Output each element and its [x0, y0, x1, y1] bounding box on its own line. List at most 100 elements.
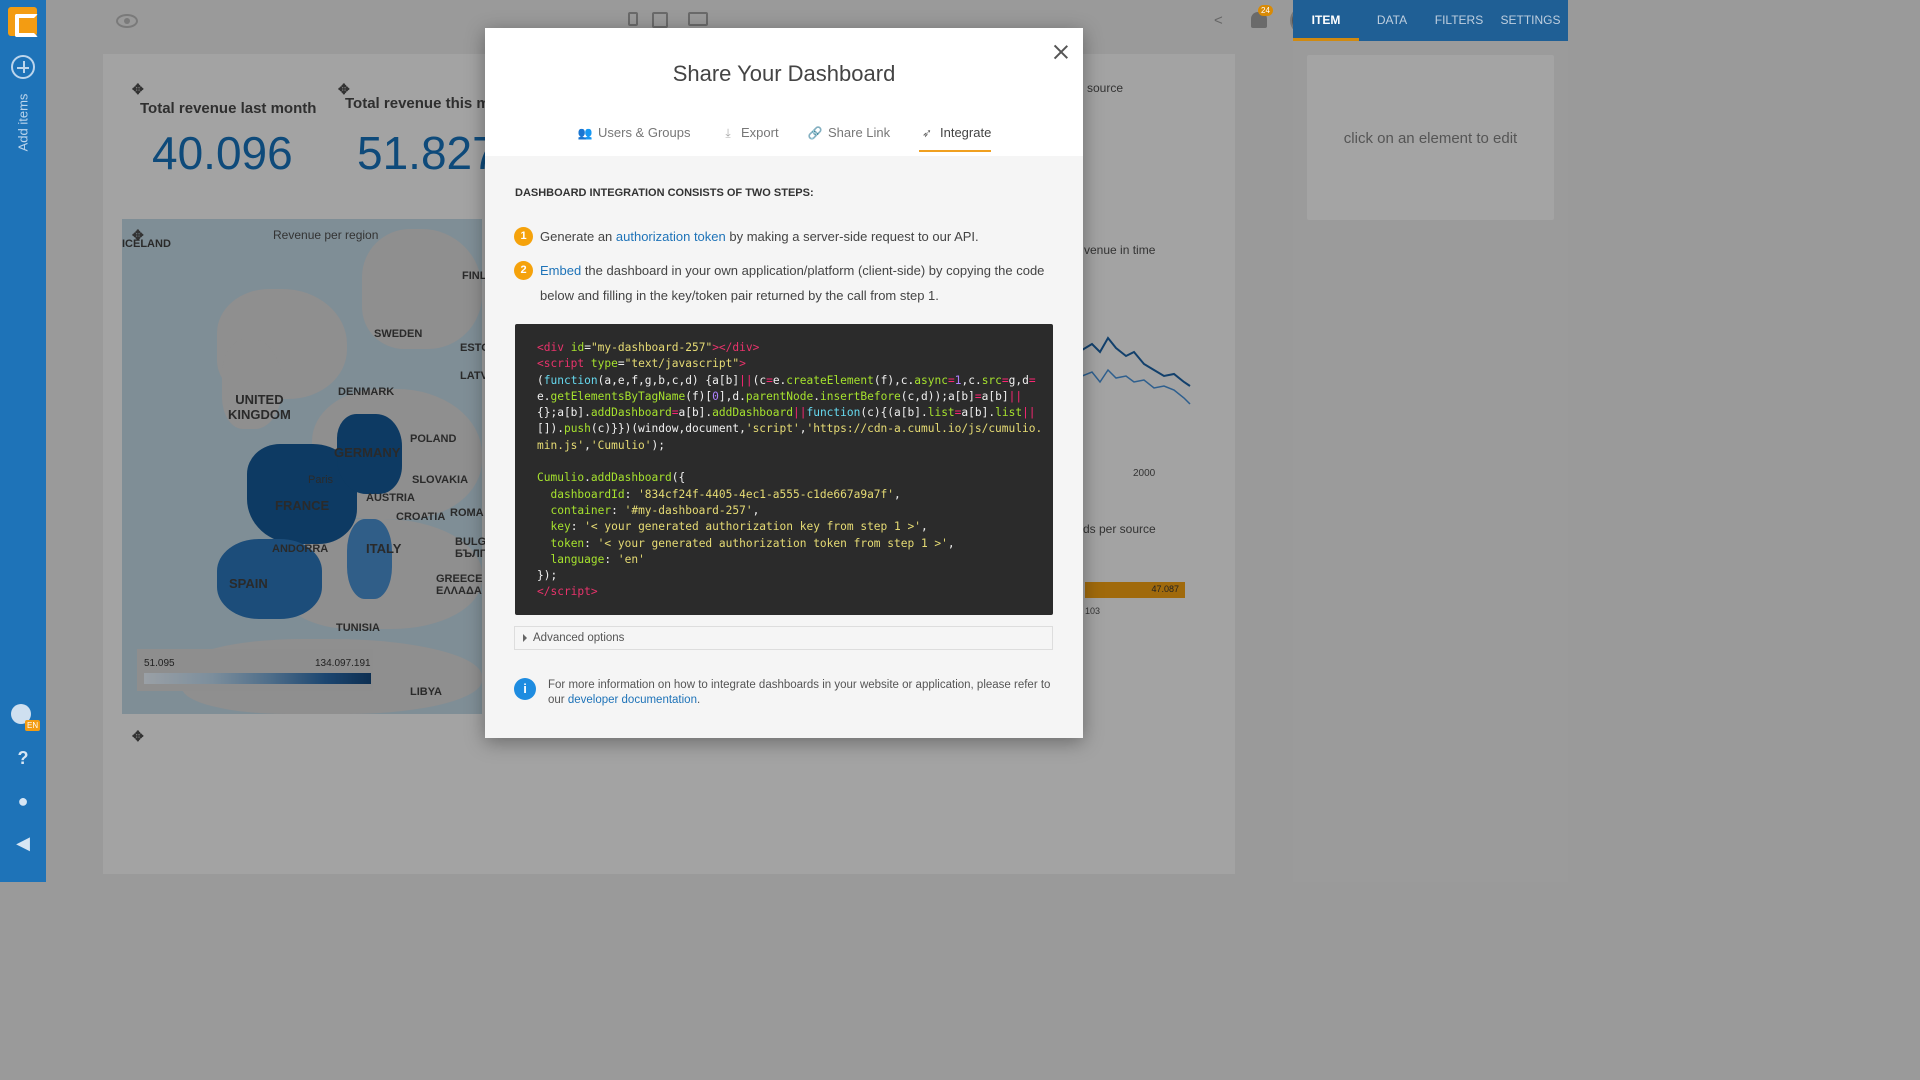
modal-title: Share Your Dashboard — [672, 61, 896, 86]
tab-integrate[interactable]: ➶ Integrate — [919, 125, 992, 152]
legend-gradient — [144, 673, 371, 684]
map-label: ROMA — [450, 507, 484, 519]
map-label: UNITED KINGDOM — [228, 392, 291, 422]
add-item-icon[interactable] — [11, 55, 35, 79]
cumulio-logo-icon[interactable] — [8, 7, 38, 37]
developer-docs-link[interactable]: developer documentation — [568, 694, 697, 706]
language-globe-icon[interactable]: EN — [11, 704, 41, 731]
announcement-icon[interactable]: ◀ — [11, 832, 35, 854]
code-key: '< your generated authorization key from… — [584, 520, 921, 534]
embed-code-block[interactable]: <div id="my-dashboard-257"></div> <scrip… — [515, 324, 1053, 615]
move-handle-icon[interactable]: ✥ — [132, 82, 146, 96]
map-label: FINL — [462, 270, 487, 282]
tab-export[interactable]: ⤓ Export — [720, 125, 779, 141]
step-number: 2 — [514, 261, 533, 280]
code-language: 'en' — [617, 552, 645, 566]
authorization-token-link[interactable]: authorization token — [616, 229, 726, 244]
bg-axis-tick: 2000 — [1133, 468, 1156, 479]
kpi-value: 40.096 — [152, 127, 293, 179]
code-container: '#my-dashboard-257' — [624, 503, 753, 517]
move-handle-icon[interactable]: ✥ — [132, 729, 146, 743]
tab-filters[interactable]: FILTERS — [1425, 0, 1493, 41]
tab-label: Share Link — [828, 125, 891, 140]
tab-label: Integrate — [940, 125, 992, 140]
code-cumulio-str: 'Cumulio' — [590, 438, 652, 452]
bg-bar-value: 47.087 — [1151, 584, 1179, 594]
bg-bar: 47.087 — [1085, 582, 1185, 598]
map-label: SWEDEN — [374, 328, 423, 340]
advanced-options-toggle[interactable]: Advanced options — [514, 626, 1053, 650]
chat-icon[interactable]: ● — [11, 790, 35, 812]
step-text: Generate an — [540, 229, 616, 244]
kpi-label: Total revenue this mo — [345, 95, 485, 112]
kpi-value: 51.827 — [357, 127, 485, 179]
share-icon[interactable]: < — [1214, 12, 1230, 29]
tab-users-groups[interactable]: 👥 Users & Groups — [577, 125, 691, 140]
bg-widget-title: ds per source — [1083, 522, 1156, 536]
left-rail: Add items EN ? ● ◀ — [0, 0, 46, 882]
map-label: TUNISIA — [336, 622, 380, 634]
map-label: BULG БЪЛГ — [455, 536, 487, 560]
right-panel-tabs: ITEM DATA FILTERS SETTINGS — [1293, 0, 1568, 41]
map-label: Paris — [308, 474, 334, 486]
mobile-device-icon[interactable] — [628, 12, 638, 26]
tablet-device-icon[interactable] — [652, 12, 668, 28]
map-label: CROATIA — [396, 511, 446, 523]
tab-label: Export — [741, 125, 779, 140]
map-label: DENMARK — [338, 386, 395, 398]
map-label: AUSTRIA — [366, 492, 415, 504]
map-label: ITALY — [366, 541, 402, 556]
language-badge: EN — [25, 720, 41, 731]
revenue-map[interactable] — [122, 219, 482, 714]
info-note: i For more information on how to integra… — [514, 678, 1059, 708]
rocket-icon: ➶ — [921, 126, 933, 140]
map-label: GERMANY — [334, 445, 401, 460]
map-label: POLAND — [410, 433, 457, 445]
code-token: '< your generated authorization token fr… — [597, 536, 948, 550]
modal-header: Share Your Dashboard 👥 Users & Groups ⤓ Ex… — [485, 28, 1083, 156]
tab-item[interactable]: ITEM — [1293, 0, 1359, 41]
revenue-line-chart — [1082, 336, 1191, 405]
tab-data[interactable]: DATA — [1359, 0, 1425, 41]
close-icon[interactable] — [1053, 44, 1069, 60]
info-text-end: . — [696, 694, 701, 706]
embed-link[interactable]: Embed — [540, 263, 581, 278]
step-number: 1 — [514, 227, 533, 246]
bg-bar-small: 103 — [1085, 606, 1101, 616]
map-label: SLOVAKIA — [412, 474, 469, 486]
code-dashboard-id: '834cf24f-4405-4ec1-a555-c1de667a9a7f' — [638, 487, 895, 501]
right-panel: ITEM DATA FILTERS SETTINGS click on an e… — [1293, 0, 1568, 882]
step-text: the dashboard in your own application/pl… — [540, 263, 1045, 303]
kpi-label: Total revenue last month — [140, 100, 317, 117]
map-legend: 51.095 134.097.191 — [137, 649, 373, 691]
desktop-device-icon[interactable] — [688, 12, 708, 26]
add-items-label[interactable]: Add items — [16, 86, 31, 160]
bg-widget-title: source — [1087, 81, 1124, 95]
code-cdn: 'https://cdn-a.cumul.io/js/cumulio. — [806, 422, 1043, 436]
legend-min: 51.095 — [144, 658, 175, 669]
code-div-id: "my-dashboard-257" — [590, 341, 713, 354]
legend-max: 134.097.191 — [315, 658, 371, 669]
map-label: GREECE ΕΛΛΑΔΑ — [436, 573, 483, 597]
share-dashboard-modal: Share Your Dashboard 👥 Users & Groups ⤓ Ex… — [485, 28, 1083, 738]
map-label: ANDORRA — [272, 543, 329, 555]
move-handle-icon[interactable]: ✥ — [338, 82, 352, 96]
help-icon[interactable]: ? — [11, 747, 35, 769]
step-2: 2 Embed the dashboard in your own applic… — [514, 258, 1059, 308]
edit-placeholder-box: click on an element to edit — [1307, 55, 1554, 220]
edit-placeholder-text: click on an element to edit — [1343, 130, 1518, 147]
tab-settings[interactable]: SETTINGS — [1493, 0, 1568, 41]
download-icon: ⤓ — [725, 126, 731, 140]
map-label: FRANCE — [275, 498, 330, 513]
code-cdn-2: min.js' — [537, 438, 585, 452]
map-label: ICELAND — [122, 238, 171, 250]
tab-share-link[interactable]: 🔗 Share Link — [807, 125, 891, 140]
map-label: SPAIN — [229, 576, 268, 591]
map-label: LATV — [460, 370, 488, 382]
preview-eye-icon[interactable] — [116, 14, 138, 28]
modal-tabs: 👥 Users & Groups ⤓ Export 🔗 Share Link ➶ Int… — [485, 118, 1083, 156]
bg-widget-title: venue in time — [1084, 243, 1156, 257]
map-label: LIBYA — [410, 686, 442, 698]
link-icon: 🔗 — [807, 126, 823, 140]
tab-label: Users & Groups — [598, 125, 691, 140]
